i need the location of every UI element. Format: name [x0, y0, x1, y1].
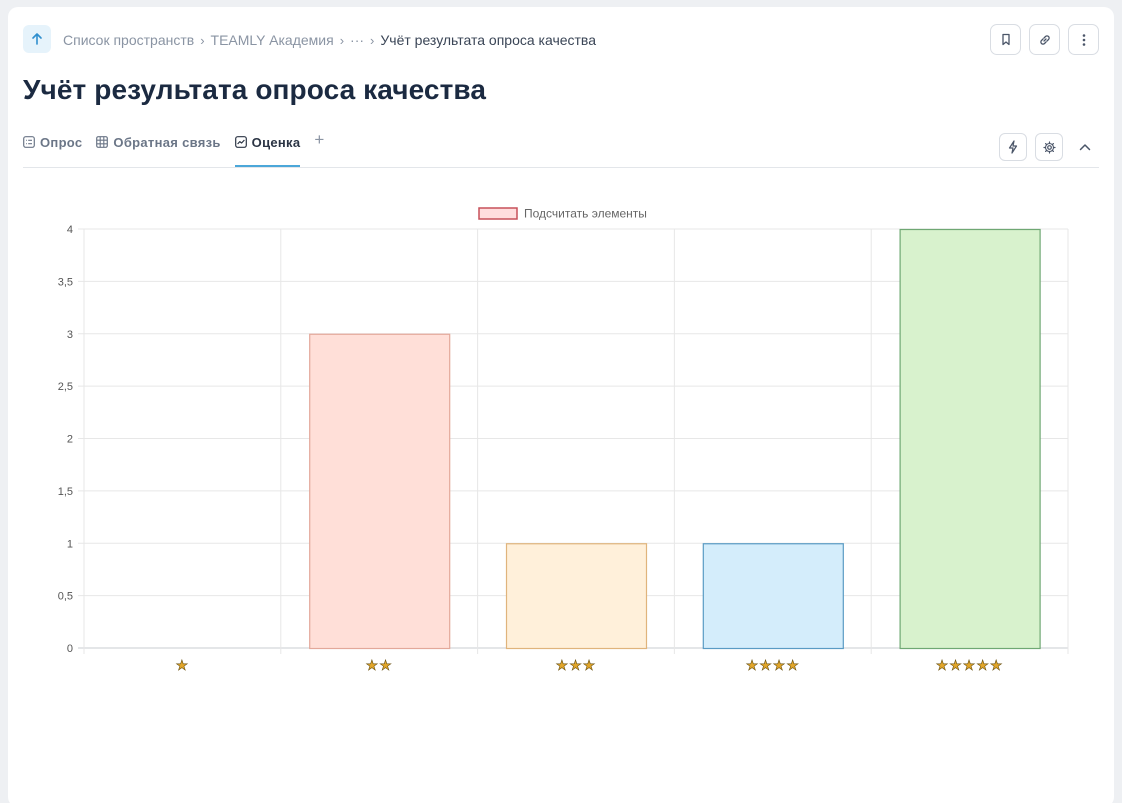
y-tick-label: 2 — [67, 434, 73, 446]
legend-swatch — [478, 207, 518, 220]
bar — [702, 543, 844, 650]
bar — [309, 333, 451, 650]
legend-label: Подсчитать элементы — [524, 207, 647, 221]
bar — [899, 228, 1041, 650]
bar-chart: 00,511,522,533,54★ ★★ ★★★ ★★★★ ★★★★★Подсчита… — [58, 207, 1069, 673]
y-tick-label: 1 — [67, 538, 73, 550]
y-tick-label: 4 — [67, 224, 73, 236]
x-tick-label: ★★★★★ — [936, 657, 1004, 673]
y-tick-label: 1,5 — [58, 486, 73, 498]
x-tick-label: ★★★ — [556, 657, 597, 673]
y-tick-label: 3,5 — [58, 276, 73, 288]
chart-container: 0 0,5 1 1,5 2 2,5 3 3,5 4 ★ ★★ ★★★ ★★★★ ★★★★★ Подсчита… — [0, 0, 1122, 705]
x-tick-label: ★★ — [366, 657, 393, 673]
y-tick-label: 0 — [67, 643, 73, 655]
x-tick-label: ★ — [176, 657, 190, 673]
y-tick-label: 0,5 — [58, 591, 73, 603]
bar — [505, 543, 648, 650]
x-tick-label: ★★★★ — [746, 657, 800, 673]
y-tick-label: 2,5 — [58, 381, 73, 393]
y-tick-label: 3 — [67, 329, 73, 341]
